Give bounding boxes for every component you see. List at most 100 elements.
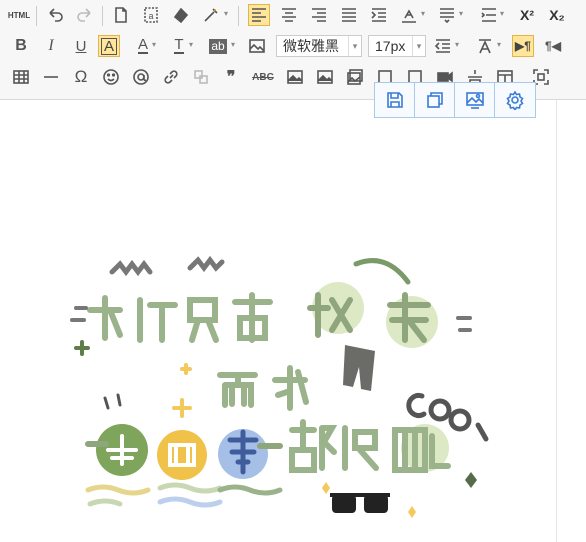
paragraph-format-button[interactable]: [432, 35, 454, 57]
editor-scrollbar[interactable]: [556, 100, 586, 542]
format-painter-dropdown[interactable]: ▾: [224, 7, 231, 21]
toolbar-row-1: HTML a ▾ ▾ ▾ ▾ X² X₂: [0, 2, 586, 30]
image-edit-icon: [465, 92, 484, 109]
save-icon: [386, 92, 403, 108]
highlight-label: ab: [209, 38, 227, 54]
link-icon: [164, 70, 178, 84]
special-char-button[interactable]: Ω: [70, 66, 92, 88]
highlight-dropdown[interactable]: ▾: [231, 38, 238, 52]
line-height-icon: [402, 9, 416, 23]
font-color-button[interactable]: A: [132, 35, 154, 57]
image-button[interactable]: [284, 66, 306, 88]
align-justify-icon: [342, 8, 356, 22]
font-size-adjust-icon: [479, 39, 491, 54]
indent-button[interactable]: [368, 4, 390, 26]
at-sign-icon: [133, 69, 149, 85]
font-size-adjust-button[interactable]: [474, 35, 496, 57]
source-html-label: HTML: [7, 10, 31, 20]
line-height-button[interactable]: [398, 4, 420, 26]
align-left-button[interactable]: [248, 4, 270, 26]
font-border-button[interactable]: A: [98, 35, 120, 57]
font-size-dropdown-arrow[interactable]: ▾: [412, 36, 425, 56]
unlink-button[interactable]: [190, 66, 212, 88]
mention-button[interactable]: [130, 66, 152, 88]
line-height-dropdown[interactable]: ▾: [421, 7, 428, 21]
font-family-select[interactable]: 微软雅黑 ▾: [276, 35, 362, 57]
redo-icon: [77, 8, 91, 22]
text-style-button[interactable]: T: [168, 35, 190, 57]
redo-button[interactable]: [74, 4, 96, 26]
list-button[interactable]: [478, 4, 500, 26]
list-dropdown[interactable]: ▾: [500, 7, 507, 21]
align-center-button[interactable]: [278, 4, 300, 26]
image-popup-toolbar: [374, 82, 536, 118]
highlight-button[interactable]: ab: [206, 35, 230, 57]
bold-button[interactable]: B: [10, 35, 32, 57]
subscript-button[interactable]: X₂: [546, 4, 568, 26]
image-edit-button[interactable]: [455, 83, 495, 117]
indent-icon: [371, 8, 386, 22]
link-button[interactable]: [160, 66, 182, 88]
text-style-label: T: [174, 36, 184, 54]
text-style-dropdown[interactable]: ▾: [189, 38, 196, 52]
clear-format-button[interactable]: [170, 4, 192, 26]
spellcheck-label: ABC: [252, 71, 274, 83]
font-size-value: 17px: [375, 38, 406, 54]
font-size-adjust-dropdown[interactable]: ▾: [497, 38, 504, 52]
table-icon: [13, 70, 29, 84]
new-document-button[interactable]: [110, 4, 132, 26]
underline-label: U: [75, 37, 87, 55]
toolbar-row-2: B I U A A ▾ T ▾ ab ▾ 微软雅黑 ▾ 17px ▾ ▾ ▾ ▶…: [0, 33, 586, 61]
image-gallery-icon: [347, 69, 363, 85]
image-save-button[interactable]: [375, 83, 415, 117]
font-border-label: A: [100, 37, 117, 55]
underline-button[interactable]: U: [70, 35, 92, 57]
align-right-button[interactable]: [308, 4, 330, 26]
paragraph-format-dropdown[interactable]: ▾: [455, 38, 462, 52]
separator: [36, 6, 37, 26]
blockquote-button[interactable]: ❞: [220, 66, 242, 88]
image-copy-button[interactable]: [415, 83, 455, 117]
align-justify-button[interactable]: [338, 4, 360, 26]
image-settings-button[interactable]: [495, 83, 535, 117]
align-center-icon: [282, 8, 296, 22]
emoji-button[interactable]: [100, 66, 122, 88]
horizontal-rule-icon: [44, 76, 58, 78]
settings-icon: [506, 90, 524, 110]
svg-text:a: a: [148, 11, 153, 21]
spellcheck-button[interactable]: ABC: [250, 66, 276, 88]
separator: [238, 6, 239, 26]
image-upload-button[interactable]: [314, 66, 336, 88]
emoji-icon: [103, 69, 119, 85]
paste-text-button[interactable]: a: [140, 4, 162, 26]
align-right-icon: [312, 8, 326, 22]
undo-button[interactable]: [44, 4, 66, 26]
separator: [102, 6, 103, 26]
superscript-label: X²: [520, 7, 534, 23]
source-html-button[interactable]: HTML: [8, 4, 30, 26]
font-size-select[interactable]: 17px ▾: [368, 35, 426, 57]
clear-format-icon: [173, 7, 189, 24]
inserted-sticker-image[interactable]: [60, 250, 500, 525]
ltr-button[interactable]: ▶¶: [512, 35, 534, 57]
format-painter-icon: [204, 8, 218, 22]
image-float-button[interactable]: [246, 35, 268, 57]
font-color-dropdown[interactable]: ▾: [152, 38, 159, 52]
align-left-icon: [252, 8, 266, 22]
paste-text-icon: a: [144, 7, 158, 23]
italic-label: I: [48, 37, 54, 54]
font-family-value: 微软雅黑: [283, 38, 339, 54]
horizontal-rule-button[interactable]: [40, 66, 62, 88]
rtl-button[interactable]: ¶◀: [542, 35, 564, 57]
format-painter-button[interactable]: [200, 4, 222, 26]
paragraph-spacing-button[interactable]: [436, 4, 458, 26]
font-family-dropdown-arrow[interactable]: ▾: [348, 36, 361, 56]
image-gallery-button[interactable]: [344, 66, 366, 88]
rtl-label: ¶◀: [545, 39, 561, 53]
table-button[interactable]: [10, 66, 32, 88]
image-upload-icon: [317, 70, 333, 84]
paragraph-spacing-dropdown[interactable]: ▾: [459, 7, 466, 21]
image-icon: [287, 70, 303, 84]
italic-button[interactable]: I: [40, 35, 62, 57]
superscript-button[interactable]: X²: [516, 4, 538, 26]
